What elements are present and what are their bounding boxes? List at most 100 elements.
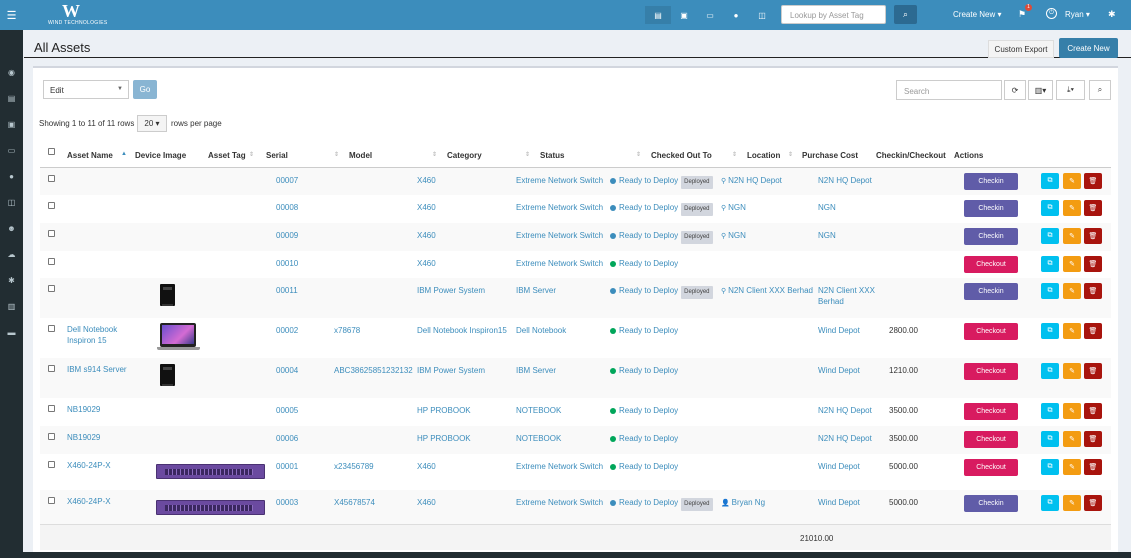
clone-icon[interactable]: ⧉ <box>1041 256 1059 272</box>
user-menu[interactable]: Ryan ▾ <box>1065 10 1090 19</box>
checkin-button[interactable]: Checkin <box>964 495 1018 512</box>
assets-icon[interactable]: ▤ <box>645 6 671 24</box>
sort-icon[interactable]: ⇕ <box>788 151 793 158</box>
checked-out-to-link[interactable]: ⚲ N2N Client XXX Berhad <box>721 285 813 297</box>
create-new-dropdown[interactable]: Create New ▾ <box>953 10 1001 19</box>
location-link[interactable]: NGN <box>818 202 882 213</box>
model-link[interactable]: IBM Power System <box>417 285 485 296</box>
col-model[interactable]: Model <box>349 151 372 160</box>
select-all-checkbox[interactable] <box>48 148 55 155</box>
sort-icon[interactable]: ⇕ <box>732 151 737 158</box>
clone-icon[interactable]: ⧉ <box>1041 283 1059 299</box>
status-label[interactable]: Ready to Deploy <box>610 325 678 336</box>
row-checkbox[interactable] <box>48 433 55 440</box>
dashboard-icon[interactable]: ◉ <box>0 68 23 94</box>
requestable-nav-icon[interactable]: ▬ <box>0 328 23 354</box>
delete-trash-icon[interactable]: 🗑 <box>1084 283 1102 299</box>
delete-trash-icon[interactable]: 🗑 <box>1084 363 1102 379</box>
location-link[interactable]: Wind Depot <box>818 325 882 336</box>
checkin-button[interactable]: Checkin <box>964 228 1018 245</box>
brand-logo[interactable]: W WIND TECHNOLOGIES <box>48 1 108 28</box>
settings-nav-icon[interactable]: ✱ <box>0 276 23 302</box>
model-link[interactable]: X460 <box>417 202 436 213</box>
asset-name-link[interactable]: NB19029 <box>67 432 135 443</box>
sort-icon[interactable]: ⇕ <box>432 151 437 158</box>
import-nav-icon[interactable]: ☁ <box>0 250 23 276</box>
category-link[interactable]: NOTEBOOK <box>516 405 561 416</box>
status-label[interactable]: Ready to Deploy Deployed <box>610 230 713 244</box>
col-serial[interactable]: Serial <box>266 151 288 160</box>
model-link[interactable]: X460 <box>417 258 436 269</box>
row-checkbox[interactable] <box>48 258 55 265</box>
refresh-icon[interactable]: ⟳ <box>1004 80 1026 100</box>
components-nav-icon[interactable]: ◫ <box>0 198 23 224</box>
accessories-icon[interactable]: ▭ <box>697 6 723 24</box>
category-link[interactable]: Extreme Network Switch <box>516 230 603 241</box>
delete-trash-icon[interactable]: 🗑 <box>1084 495 1102 511</box>
components-icon[interactable]: ◫ <box>749 6 775 24</box>
edit-pencil-icon[interactable]: ✎ <box>1063 403 1081 419</box>
location-link[interactable]: N2N Client XXX Berhad <box>818 285 882 307</box>
row-checkbox[interactable] <box>48 202 55 209</box>
model-link[interactable]: X460 <box>417 175 436 186</box>
clone-icon[interactable]: ⧉ <box>1041 495 1059 511</box>
col-checkin-checkout[interactable]: Checkin/Checkout <box>876 151 946 160</box>
asset-tag-link[interactable]: 00004 <box>276 365 298 376</box>
edit-pencil-icon[interactable]: ✎ <box>1063 283 1081 299</box>
clone-icon[interactable]: ⧉ <box>1041 200 1059 216</box>
edit-pencil-icon[interactable]: ✎ <box>1063 495 1081 511</box>
consumables-icon[interactable]: ● <box>723 6 749 24</box>
asset-tag-link[interactable]: 00007 <box>276 175 298 186</box>
checkout-button[interactable]: Checkout <box>964 256 1018 273</box>
col-purchase-cost[interactable]: Purchase Cost <box>802 151 858 160</box>
device-image-server[interactable] <box>160 284 175 306</box>
col-category[interactable]: Category <box>447 151 482 160</box>
status-label[interactable]: Ready to Deploy Deployed <box>610 175 713 189</box>
status-label[interactable]: Ready to Deploy Deployed <box>610 497 713 511</box>
category-link[interactable]: Extreme Network Switch <box>516 175 603 186</box>
asset-tag-link[interactable]: 00005 <box>276 405 298 416</box>
status-label[interactable]: Ready to Deploy <box>610 433 678 444</box>
clone-icon[interactable]: ⧉ <box>1041 403 1059 419</box>
model-link[interactable]: HP PROBOOK <box>417 405 471 416</box>
checkout-button[interactable]: Checkout <box>964 363 1018 380</box>
row-checkbox[interactable] <box>48 461 55 468</box>
serial-link[interactable]: x23456789 <box>334 461 374 472</box>
checked-out-to-link[interactable]: ⚲ N2N HQ Depot <box>721 175 782 187</box>
checked-out-to-link[interactable]: 👤 Bryan Ng <box>721 497 765 509</box>
col-device-image[interactable]: Device Image <box>135 151 186 160</box>
checkin-button[interactable]: Checkin <box>964 200 1018 217</box>
reports-nav-icon[interactable]: ▥ <box>0 302 23 328</box>
export-icon[interactable]: ⤓▾ <box>1056 80 1085 100</box>
asset-tag-link[interactable]: 00011 <box>276 285 298 296</box>
clone-icon[interactable]: ⧉ <box>1041 323 1059 339</box>
location-link[interactable]: N2N HQ Depot <box>818 433 882 444</box>
consumables-nav-icon[interactable]: ● <box>0 172 23 198</box>
asset-name-link[interactable]: NB19029 <box>67 404 135 415</box>
status-label[interactable]: Ready to Deploy <box>610 258 678 269</box>
category-link[interactable]: NOTEBOOK <box>516 433 561 444</box>
status-label[interactable]: Ready to Deploy <box>610 461 678 472</box>
device-image-switch[interactable] <box>156 500 265 515</box>
category-link[interactable]: Extreme Network Switch <box>516 461 603 472</box>
edit-pencil-icon[interactable]: ✎ <box>1063 228 1081 244</box>
col-status[interactable]: Status <box>540 151 564 160</box>
zoom-icon[interactable]: ⌕ <box>1089 80 1111 100</box>
model-link[interactable]: X460 <box>417 230 436 241</box>
status-label[interactable]: Ready to Deploy Deployed <box>610 202 713 216</box>
delete-trash-icon[interactable]: 🗑 <box>1084 403 1102 419</box>
sort-icon[interactable]: ⇕ <box>636 151 641 158</box>
model-link[interactable]: X460 <box>417 461 436 472</box>
asset-tag-link[interactable]: 00010 <box>276 258 298 269</box>
checkout-button[interactable]: Checkout <box>964 323 1018 340</box>
sort-asc-icon[interactable]: ▲ <box>121 151 127 157</box>
delete-trash-icon[interactable]: 🗑 <box>1084 200 1102 216</box>
asset-tag-link[interactable]: 00002 <box>276 325 298 336</box>
licenses-icon[interactable]: ▣ <box>671 6 697 24</box>
checked-out-to-link[interactable]: ⚲ NGN <box>721 202 746 214</box>
model-link[interactable]: Dell Notebook Inspiron15 <box>417 325 507 336</box>
location-link[interactable]: Wind Depot <box>818 497 882 508</box>
clone-icon[interactable]: ⧉ <box>1041 228 1059 244</box>
category-link[interactable]: Dell Notebook <box>516 325 566 336</box>
edit-pencil-icon[interactable]: ✎ <box>1063 459 1081 475</box>
